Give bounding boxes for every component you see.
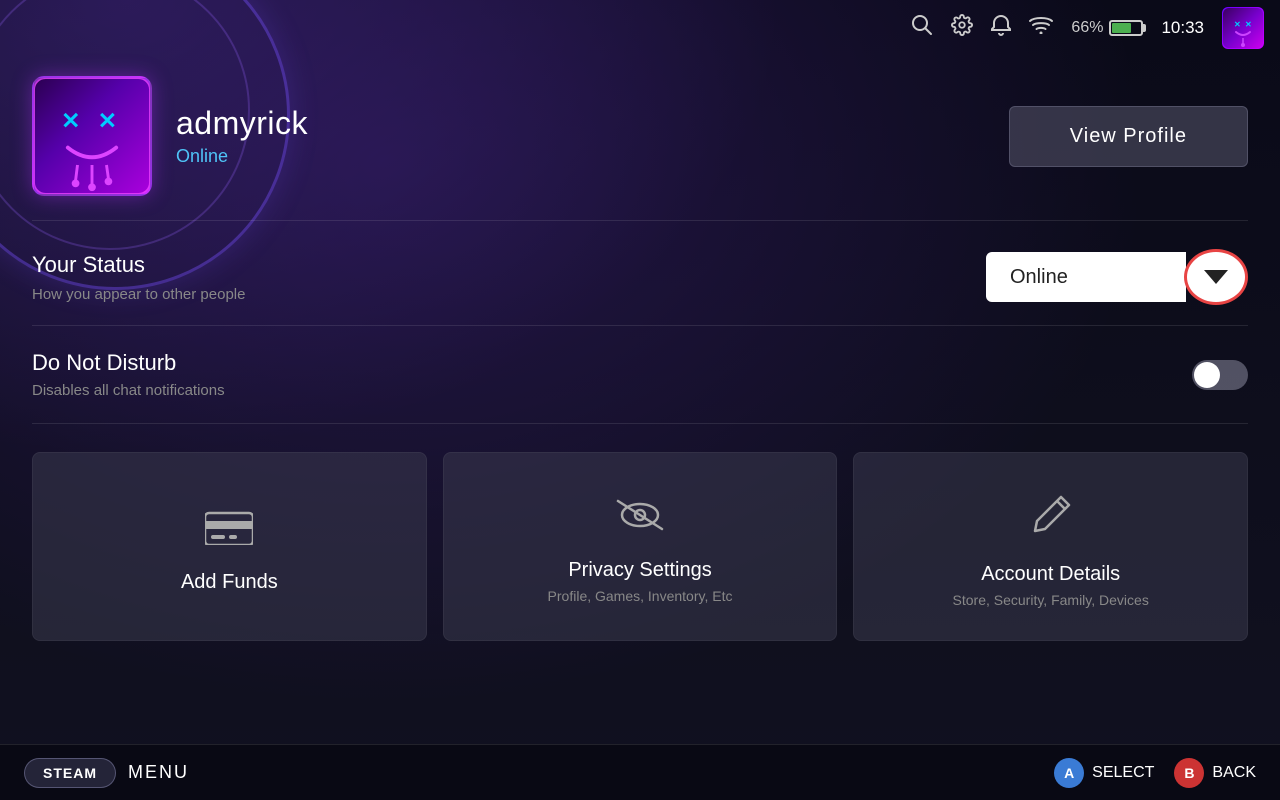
- battery-indicator: 66%: [1071, 19, 1143, 37]
- profile-info: admyrick Online: [176, 105, 1009, 167]
- topbar-avatar[interactable]: ✕ ✕: [1222, 7, 1264, 49]
- status-description: How you appear to other people: [32, 286, 245, 303]
- profile-avatar: ✕ ✕: [32, 76, 152, 196]
- account-details-card[interactable]: Account Details Store, Security, Family,…: [853, 452, 1248, 641]
- add-funds-card[interactable]: Add Funds: [32, 452, 427, 641]
- do-not-disturb-section: Do Not Disturb Disables all chat notific…: [32, 326, 1248, 424]
- dnd-row: Do Not Disturb Disables all chat notific…: [32, 350, 1248, 399]
- dnd-title: Do Not Disturb: [32, 350, 225, 376]
- search-icon[interactable]: [911, 14, 933, 42]
- svg-text:✕: ✕: [98, 107, 117, 133]
- svg-text:✕: ✕: [61, 107, 80, 133]
- topbar: 66% 10:33 ✕ ✕: [0, 0, 1280, 56]
- account-details-title: Account Details: [981, 563, 1120, 586]
- status-row: Your Status How you appear to other peop…: [32, 249, 1248, 305]
- wireless-icon: [1029, 16, 1053, 40]
- bottom-left: STEAM MENU: [24, 758, 189, 788]
- privacy-settings-icon: [614, 497, 666, 543]
- status-labels: Your Status How you appear to other peop…: [32, 252, 245, 303]
- bottom-right: A SELECT B BACK: [1054, 758, 1256, 788]
- select-label: SELECT: [1092, 764, 1154, 782]
- add-funds-icon: [205, 507, 253, 555]
- add-funds-title: Add Funds: [181, 571, 278, 594]
- clock-display: 10:33: [1161, 18, 1204, 38]
- profile-username: admyrick: [176, 105, 1009, 142]
- main-content: ✕ ✕ admyrick Online View Profile: [0, 56, 1280, 641]
- profile-online-status: Online: [176, 146, 1009, 167]
- profile-section: ✕ ✕ admyrick Online View Profile: [32, 56, 1248, 221]
- your-status-section: Your Status How you appear to other peop…: [32, 221, 1248, 326]
- notification-icon[interactable]: [991, 14, 1011, 42]
- dnd-labels: Do Not Disturb Disables all chat notific…: [32, 350, 225, 399]
- toggle-knob: [1194, 362, 1220, 388]
- b-button[interactable]: B: [1174, 758, 1204, 788]
- account-details-icon: [1029, 493, 1073, 547]
- a-button[interactable]: A: [1054, 758, 1084, 788]
- battery-bar: [1109, 20, 1143, 36]
- chevron-down-icon: [1204, 270, 1228, 284]
- status-select[interactable]: Online Away Invisible Offline: [986, 252, 1186, 302]
- back-label: BACK: [1212, 764, 1256, 782]
- dnd-description: Disables all chat notifications: [32, 382, 225, 399]
- battery-percent-label: 66%: [1071, 19, 1103, 37]
- dnd-toggle[interactable]: [1192, 360, 1248, 390]
- menu-label: MENU: [128, 762, 189, 783]
- steam-button[interactable]: STEAM: [24, 758, 116, 788]
- svg-text:✕: ✕: [1234, 20, 1241, 29]
- status-dropdown-button[interactable]: [1184, 249, 1248, 305]
- privacy-settings-title: Privacy Settings: [568, 559, 711, 582]
- cards-section: Add Funds Privacy Settings Profile, Game…: [32, 452, 1248, 641]
- back-button-group: B BACK: [1174, 758, 1256, 788]
- svg-text:✕: ✕: [1245, 20, 1252, 29]
- settings-icon[interactable]: [951, 14, 973, 42]
- your-status-label: Your Status: [32, 252, 245, 278]
- account-details-subtitle: Store, Security, Family, Devices: [953, 592, 1149, 608]
- select-button-group: A SELECT: [1054, 758, 1154, 788]
- battery-fill: [1112, 23, 1130, 33]
- bottom-bar: STEAM MENU A SELECT B BACK: [0, 744, 1280, 800]
- status-dropdown-container: Online Away Invisible Offline: [986, 249, 1248, 305]
- view-profile-button[interactable]: View Profile: [1009, 106, 1248, 167]
- privacy-settings-card[interactable]: Privacy Settings Profile, Games, Invento…: [443, 452, 838, 641]
- privacy-settings-subtitle: Profile, Games, Inventory, Etc: [548, 588, 733, 604]
